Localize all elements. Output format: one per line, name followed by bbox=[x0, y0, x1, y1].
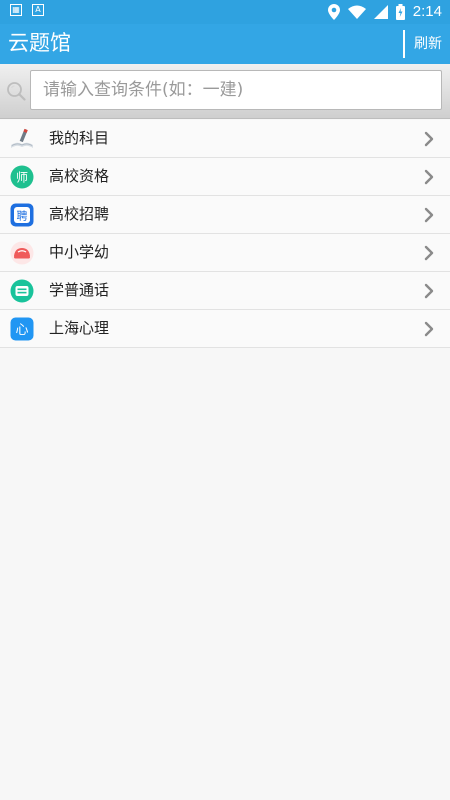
notification-icon: ▦ bbox=[10, 4, 22, 16]
app-bar: 云题馆 刷新 bbox=[0, 24, 450, 64]
search-icon bbox=[7, 82, 26, 101]
status-left-icons: ▦ A bbox=[10, 4, 44, 16]
location-icon bbox=[327, 4, 340, 20]
signal-icon bbox=[373, 5, 388, 19]
app-bar-divider bbox=[403, 30, 405, 58]
list-item-mandarin[interactable]: 学普通话 bbox=[0, 272, 450, 310]
status-time: 2:14 bbox=[412, 3, 442, 20]
search-input[interactable] bbox=[30, 70, 442, 110]
status-bar: ▦ A 2:14 bbox=[0, 0, 450, 24]
chevron-right-icon bbox=[424, 169, 434, 185]
a-icon: A bbox=[32, 4, 44, 16]
subject-list: 我的科目 师 高校资格 聘 高校招聘 中小学幼 学普通话 心 上海心理 bbox=[0, 120, 450, 348]
list-item-label: 学普通话 bbox=[49, 281, 110, 299]
list-item-label: 中小学幼 bbox=[49, 243, 110, 261]
list-item-label: 高校招聘 bbox=[49, 205, 110, 223]
recruit-icon: 聘 bbox=[10, 203, 34, 227]
list-item-label: 高校资格 bbox=[49, 167, 110, 185]
chevron-right-icon bbox=[424, 131, 434, 147]
wifi-icon bbox=[347, 5, 366, 19]
pencil-book-icon bbox=[11, 128, 33, 148]
school-icon bbox=[10, 241, 34, 265]
status-right-icons: 2:14 bbox=[327, 2, 442, 22]
chevron-right-icon bbox=[424, 245, 434, 261]
list-item-shanghai-psychology[interactable]: 心 上海心理 bbox=[0, 310, 450, 348]
chevron-right-icon bbox=[424, 207, 434, 223]
chevron-right-icon bbox=[424, 321, 434, 337]
app-title: 云题馆 bbox=[8, 31, 71, 55]
list-item-primary-secondary-kindergarten[interactable]: 中小学幼 bbox=[0, 234, 450, 272]
teacher-icon: 师 bbox=[10, 165, 34, 189]
chevron-right-icon bbox=[424, 283, 434, 299]
svg-text:聘: 聘 bbox=[17, 209, 28, 223]
search-bar bbox=[0, 64, 450, 119]
mandarin-icon bbox=[10, 279, 34, 303]
svg-text:心: 心 bbox=[15, 323, 28, 338]
list-item-university-recruitment[interactable]: 聘 高校招聘 bbox=[0, 196, 450, 234]
battery-icon bbox=[395, 4, 405, 20]
list-item-label: 上海心理 bbox=[49, 319, 110, 337]
refresh-button[interactable]: 刷新 bbox=[414, 34, 442, 54]
svg-text:师: 师 bbox=[16, 171, 28, 185]
list-item-university-qualification[interactable]: 师 高校资格 bbox=[0, 158, 450, 196]
list-item-label: 我的科目 bbox=[49, 129, 110, 147]
list-item-my-subjects[interactable]: 我的科目 bbox=[0, 120, 450, 158]
psychology-icon: 心 bbox=[10, 317, 34, 341]
